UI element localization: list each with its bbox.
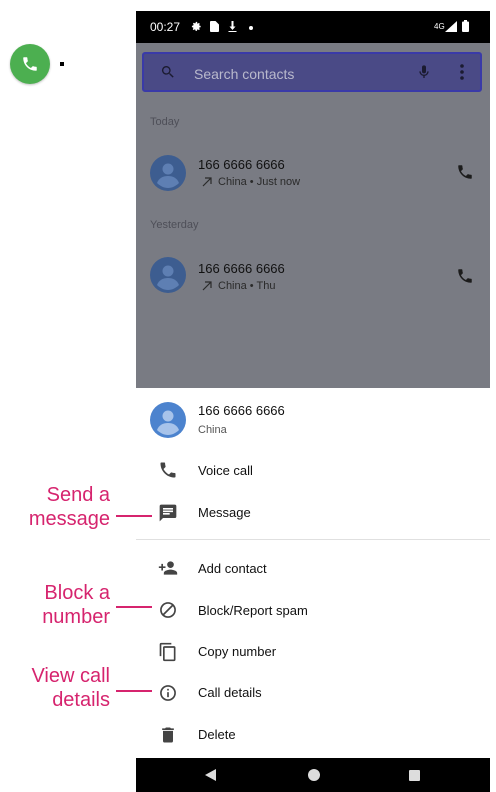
section-label-yesterday: Yesterday <box>150 219 199 231</box>
copy-number-item[interactable]: Copy number <box>136 635 490 669</box>
mic-icon[interactable] <box>416 63 432 81</box>
status-time: 00:27 <box>150 20 181 34</box>
recents-icon[interactable] <box>409 770 420 781</box>
callout-line: message <box>28 508 110 530</box>
callout-line: View call <box>31 665 110 687</box>
call-log-row[interactable]: 166 6666 6666 China • Thu <box>136 249 490 301</box>
leader-line <box>116 606 152 608</box>
contact-number: 166 6666 6666 <box>198 403 285 418</box>
outgoing-call-icon <box>202 177 212 187</box>
call-detail: China • Thu <box>218 280 276 292</box>
callout-line: Block a <box>44 582 110 604</box>
divider <box>136 539 490 540</box>
call-icon[interactable] <box>456 163 474 181</box>
person-icon <box>157 163 179 188</box>
message-icon <box>159 504 177 522</box>
callout-block-number: Block a number <box>0 581 110 629</box>
period-mark <box>60 62 64 66</box>
download-icon <box>228 21 237 32</box>
home-icon[interactable] <box>308 769 320 781</box>
callout-send-message: Send a message <box>0 483 110 531</box>
phone-icon <box>23 57 37 71</box>
notification-dot <box>249 26 253 30</box>
message-label: Message <box>198 505 251 520</box>
status-bar: 00:27 4G <box>136 11 490 43</box>
call-log-row[interactable]: 166 6666 6666 China • Just now <box>136 147 490 199</box>
callout-view-call-details: View call details <box>0 664 110 712</box>
trash-icon <box>162 727 174 743</box>
block-report-spam-item[interactable]: Block/Report spam <box>136 593 490 627</box>
contact-avatar <box>150 402 186 438</box>
call-icon[interactable] <box>456 267 474 285</box>
outgoing-call-icon <box>202 281 212 291</box>
leader-line <box>116 515 152 517</box>
search-input[interactable]: Search contacts <box>194 66 294 82</box>
callout-line: number <box>42 606 110 628</box>
phone-screen: 00:27 4G Search contacts Today 166 6666 … <box>136 11 490 792</box>
signal-icon <box>445 21 457 32</box>
phone-icon <box>160 462 176 478</box>
callout-line: Send a <box>46 484 110 506</box>
call-actions-sheet: 166 6666 6666 China Voice call Message A… <box>136 388 490 758</box>
copy-number-label: Copy number <box>198 644 277 659</box>
overflow-menu-icon[interactable] <box>460 64 464 80</box>
section-label-today: Today <box>150 116 180 128</box>
search-bar[interactable]: Search contacts <box>142 52 482 92</box>
battery-icon <box>462 20 469 32</box>
navigation-bar <box>136 758 490 792</box>
add-contact-item[interactable]: Add contact <box>136 552 490 586</box>
avatar <box>150 257 186 293</box>
network-type: 4G <box>434 22 445 31</box>
back-icon[interactable] <box>205 769 216 781</box>
call-log-background <box>136 43 490 388</box>
callout-line: details <box>52 689 110 711</box>
add-person-icon <box>158 561 178 575</box>
info-icon <box>160 685 176 701</box>
call-detail: China • Just now <box>218 176 301 188</box>
call-number: 166 6666 6666 <box>198 157 285 172</box>
block-report-spam-label: Block/Report spam <box>198 603 308 618</box>
add-contact-label: Add contact <box>198 561 267 576</box>
phone-app-icon <box>10 44 50 84</box>
avatar <box>150 155 186 191</box>
call-details-label: Call details <box>198 685 262 700</box>
person-icon <box>157 265 179 290</box>
voice-call-item[interactable]: Voice call <box>136 454 490 488</box>
delete-label: Delete <box>198 727 236 742</box>
person-icon <box>157 410 179 435</box>
settings-icon <box>191 21 201 31</box>
copy-icon <box>159 642 176 662</box>
contact-location: China <box>198 424 227 436</box>
sim-icon <box>210 21 219 32</box>
search-icon[interactable] <box>160 64 176 80</box>
block-icon <box>160 602 176 618</box>
call-number: 166 6666 6666 <box>198 261 285 276</box>
voice-call-label: Voice call <box>198 463 253 478</box>
leader-line <box>116 690 152 692</box>
call-details-item[interactable]: Call details <box>136 676 490 710</box>
delete-item[interactable]: Delete <box>136 718 490 752</box>
message-item[interactable]: Message <box>136 496 490 530</box>
